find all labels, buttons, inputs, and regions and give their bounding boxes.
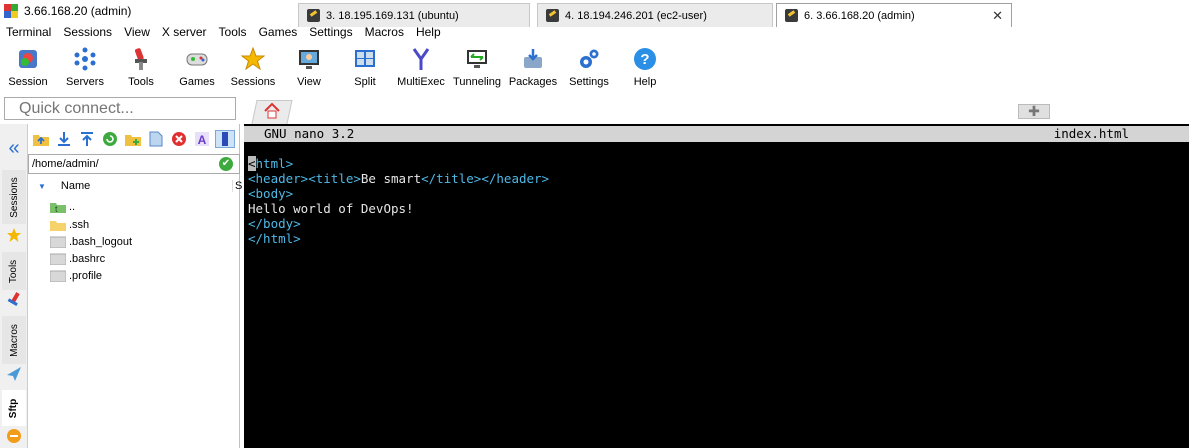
menu-tools[interactable]: Tools	[213, 25, 253, 39]
plus-icon: ✚	[1028, 103, 1040, 119]
view-button[interactable]: View	[281, 42, 337, 96]
servers-icon	[72, 46, 98, 72]
tools-icon	[128, 46, 154, 72]
session-icon	[15, 46, 41, 72]
app-icon	[4, 4, 18, 18]
sftp-column-header: ▼ Name S	[28, 176, 242, 196]
sort-arrow-icon: ▼	[38, 181, 46, 191]
nano-filename: index.html	[1053, 126, 1129, 141]
tools-button[interactable]: Tools	[113, 42, 169, 96]
menu-terminal[interactable]: Terminal	[0, 25, 57, 39]
sftp-panel: A /home/admin/ ✔ ▼ Name S t .. .ssh .bas…	[28, 124, 242, 448]
refresh-icon[interactable]	[100, 130, 120, 148]
menu-settings[interactable]: Settings	[303, 25, 358, 39]
new-tab-button[interactable]: ✚	[1018, 103, 1050, 119]
servers-button[interactable]: Servers	[57, 42, 113, 96]
star-icon	[240, 46, 266, 72]
menu-macros[interactable]: Macros	[359, 25, 410, 39]
file-icon	[50, 270, 66, 282]
menu-help[interactable]: Help	[410, 25, 447, 39]
ssh-key-icon	[307, 9, 320, 22]
side-tab-macros[interactable]: Macros	[2, 316, 26, 364]
ssh-key-icon	[546, 9, 559, 22]
tab-session-3[interactable]: 3. 18.195.169.131 (ubuntu)	[298, 3, 530, 27]
file-icon	[50, 253, 66, 265]
menu-xserver[interactable]: X server	[156, 25, 213, 39]
split-button[interactable]: Split	[337, 42, 393, 96]
path-go-icon[interactable]: ✔	[219, 157, 233, 171]
menu-sessions[interactable]: Sessions	[57, 25, 118, 39]
side-tab-tools[interactable]: Tools	[2, 252, 26, 290]
delete-icon[interactable]	[169, 130, 189, 148]
home-icon	[264, 102, 280, 119]
session-button[interactable]: Session	[0, 42, 56, 96]
code-line: <body>	[248, 186, 294, 201]
view-icon	[296, 46, 322, 72]
code-line: </body>	[248, 216, 301, 231]
text-cursor: <	[248, 156, 256, 171]
code-line: Hello world of DevOps!	[248, 201, 414, 216]
folder-up-icon[interactable]	[31, 130, 51, 148]
code-line: <header><title>Be smart</title></header>	[248, 171, 550, 186]
file-row-bash-logout[interactable]: .bash_logout	[50, 233, 132, 250]
rename-icon[interactable]: A	[192, 130, 212, 148]
file-row-profile[interactable]: .profile	[50, 267, 102, 284]
window-title: 3.66.168.20 (admin)	[24, 4, 132, 18]
terminal-pane[interactable]: GNU nano 3.2 index.html <html> <header><t…	[244, 124, 1189, 448]
multiexec-icon	[408, 46, 434, 72]
sessions-star-icon	[2, 226, 26, 244]
tab-session-4[interactable]: 4. 18.194.246.201 (ec2-user)	[537, 3, 773, 27]
parent-folder-icon: t	[50, 202, 66, 213]
nano-title-bar: GNU nano 3.2 index.html	[244, 126, 1189, 142]
code-line: </html>	[248, 231, 301, 246]
ssh-key-icon	[785, 9, 798, 22]
column-name[interactable]: Name	[61, 180, 90, 192]
help-button[interactable]: ? Help	[617, 42, 673, 96]
multiexec-button[interactable]: MultiExec	[393, 42, 449, 96]
column-size[interactable]: S	[232, 180, 242, 192]
folder-icon	[50, 220, 66, 231]
sessions-button[interactable]: Sessions	[225, 42, 281, 96]
download-icon[interactable]	[54, 130, 74, 148]
nano-version: GNU nano 3.2	[264, 126, 355, 141]
menu-games[interactable]: Games	[253, 25, 304, 39]
svg-text:?: ?	[640, 51, 649, 68]
tools-side-icon	[2, 290, 26, 310]
new-folder-icon[interactable]	[123, 130, 143, 148]
upload-icon[interactable]	[77, 130, 97, 148]
tunneling-icon	[464, 46, 490, 72]
macros-side-icon	[2, 364, 26, 384]
games-icon	[184, 46, 210, 72]
file-row-bashrc[interactable]: .bashrc	[50, 250, 105, 267]
side-tab-sessions[interactable]: Sessions	[2, 170, 26, 224]
quick-connect-input[interactable]	[4, 97, 236, 120]
file-icon	[50, 236, 66, 248]
packages-button[interactable]: Packages	[505, 42, 561, 96]
help-icon: ?	[632, 46, 658, 72]
sftp-side-icon	[2, 426, 26, 446]
tab-session-6[interactable]: 6. 3.66.168.20 (admin) ✕	[776, 3, 1012, 27]
menu-view[interactable]: View	[118, 25, 156, 39]
nano-editor-content[interactable]: <html> <header><title>Be smart</title></h…	[248, 156, 549, 246]
gears-icon	[576, 46, 602, 72]
sftp-toolbar: A	[28, 128, 240, 150]
settings-button[interactable]: Settings	[561, 42, 617, 96]
sftp-path-input[interactable]: /home/admin/ ✔	[28, 154, 240, 174]
close-tab-icon[interactable]: ✕	[992, 8, 1003, 24]
code-line: <html>	[248, 156, 294, 171]
tunneling-button[interactable]: Tunneling	[449, 42, 505, 96]
follow-terminal-icon[interactable]	[215, 130, 235, 148]
split-icon	[352, 46, 378, 72]
new-file-icon[interactable]	[146, 130, 166, 148]
packages-icon	[520, 46, 546, 72]
side-tab-sftp[interactable]: Sftp	[2, 390, 26, 426]
file-row-parent[interactable]: t ..	[50, 198, 75, 215]
side-tabs: « Sessions Tools Macros Sftp	[0, 124, 28, 448]
games-button[interactable]: Games	[169, 42, 225, 96]
collapse-sidebar-icon[interactable]: «	[2, 136, 26, 160]
file-row-ssh[interactable]: .ssh	[50, 216, 89, 233]
svg-text:A: A	[198, 133, 207, 147]
main-toolbar: Session Servers Tools Games Sessions Vie…	[0, 42, 1189, 96]
